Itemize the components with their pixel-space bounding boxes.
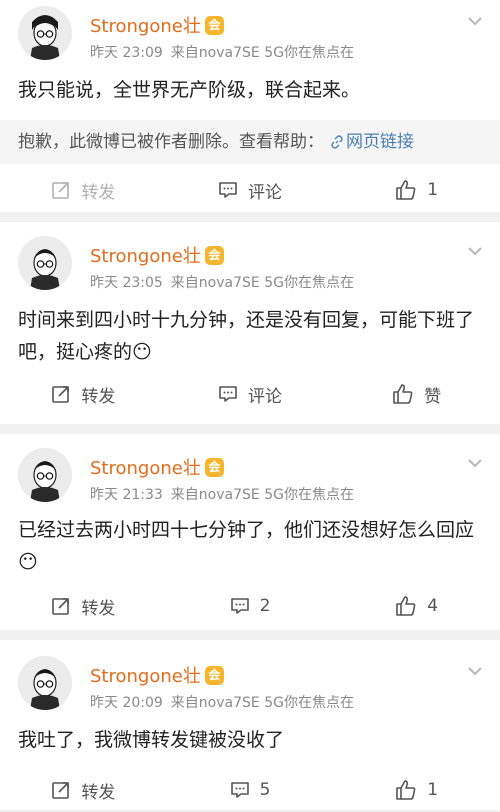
comment-icon [230,782,249,798]
repost-icon [52,598,70,615]
post-time: 昨天 23:05 [90,275,163,291]
comment-button[interactable]: 评论 [167,372,334,416]
comment-button[interactable]: 2 [167,584,334,628]
avatar[interactable] [18,448,72,502]
post-source: 来自nova7SE 5G你在焦点在 [170,45,354,61]
action-bar: 转发 评论 赞 [0,372,500,416]
deleted-repost-notice: 抱歉，此微博已被作者删除。查看帮助： 网页链接 [0,120,500,164]
post-time: 昨天 21:33 [90,487,163,503]
web-link[interactable]: 网页链接 [330,132,414,152]
post-source: 来自nova7SE 5G你在焦点在 [170,487,354,503]
post-text: 我吐了，我微博转发键被没收了 [18,729,285,751]
avatar[interactable] [18,6,72,60]
action-bar: 转发 5 1 [0,768,500,812]
chevron-down-icon[interactable] [466,454,484,472]
repost-button[interactable]: 转发 [0,168,167,212]
post-time: 昨天 23:09 [90,45,163,61]
comment-label: 评论 [248,386,282,407]
comment-button[interactable]: 评论 [167,168,334,212]
like-label: 赞 [424,386,442,407]
author-row: Strongone壮 会 [90,662,224,688]
comment-icon [219,182,237,198]
chevron-down-icon[interactable] [466,242,484,260]
post-time: 昨天 20:09 [90,695,163,711]
link-icon [331,135,343,149]
post-meta: 昨天 21:33 来自nova7SE 5G你在焦点在 [90,484,354,504]
post-meta: 昨天 23:05 来自nova7SE 5G你在焦点在 [90,272,354,292]
weibo-post: Strongone壮 会 昨天 23:09 来自nova7SE 5G你在焦点在 我… [0,0,500,212]
comment-count: 2 [259,596,271,616]
web-link-label: 网页链接 [346,132,414,152]
repost-icon [52,386,70,403]
thumbs-up-icon [393,384,413,404]
comment-button[interactable]: 5 [167,768,334,812]
comment-count: 5 [259,780,271,800]
repost-label: 转发 [81,782,116,803]
post-source: 来自nova7SE 5G你在焦点在 [170,275,354,291]
repost-label: 转发 [81,386,116,407]
repost-button[interactable]: 转发 [0,584,167,628]
like-button[interactable]: 1 [333,768,500,812]
weibo-post: Strongone壮 会 昨天 21:33 来自nova7SE 5G你在焦点在 已… [0,434,500,630]
action-bar: 转发 评论 1 [0,168,500,212]
action-bar: 转发 2 4 [0,584,500,628]
repost-label: 转发 [81,182,116,203]
author-name[interactable]: Strongone壮 [90,662,201,688]
chevron-down-icon[interactable] [466,662,484,680]
repost-button[interactable]: 转发 [0,372,167,416]
deleted-notice-text: 抱歉，此微博已被作者删除。查看帮助： [18,132,324,152]
post-text: 已经过去两小时四十七分钟了，他们还没想好怎么回应😶 [18,519,475,573]
repost-button[interactable]: 转发 [0,768,167,812]
author-name[interactable]: Strongone壮 [90,12,201,38]
repost-icon [52,182,70,199]
thumbs-up-icon [396,180,416,200]
comment-icon [219,386,237,402]
post-meta: 昨天 20:09 来自nova7SE 5G你在焦点在 [90,692,354,712]
author-row: Strongone壮 会 [90,12,224,38]
author-row: Strongone壮 会 [90,454,224,480]
like-button[interactable]: 1 [333,168,500,212]
author-row: Strongone壮 会 [90,242,224,268]
post-source: 来自nova7SE 5G你在焦点在 [170,695,354,711]
author-name[interactable]: Strongone壮 [90,242,201,268]
post-text: 时间来到四小时十九分钟，还是没有回复，可能下班了吧，挺心疼的😶 [18,309,475,363]
like-count: 1 [427,780,439,800]
vip-badge-icon: 会 [204,15,224,35]
like-count: 1 [427,180,439,200]
weibo-post: Strongone壮 会 昨天 23:05 来自nova7SE 5G你在焦点在 时… [0,222,500,424]
repost-label: 转发 [81,598,116,619]
weibo-post: Strongone壮 会 昨天 20:09 来自nova7SE 5G你在焦点在 我… [0,640,500,810]
like-button[interactable]: 赞 [333,372,500,416]
vip-badge-icon: 会 [204,457,224,477]
avatar[interactable] [18,236,72,290]
post-meta: 昨天 23:09 来自nova7SE 5G你在焦点在 [90,42,354,62]
repost-icon [52,782,70,799]
comment-icon [230,598,249,614]
vip-badge-icon: 会 [204,665,224,685]
post-text: 我只能说，全世界无产阶级，联合起来。 [18,79,361,101]
like-count: 4 [427,596,439,616]
author-name[interactable]: Strongone壮 [90,454,201,480]
thumbs-up-icon [396,596,416,616]
like-button[interactable]: 4 [333,584,500,628]
comment-label: 评论 [248,182,282,203]
chevron-down-icon[interactable] [466,12,484,30]
vip-badge-icon: 会 [204,245,224,265]
avatar[interactable] [18,656,72,710]
